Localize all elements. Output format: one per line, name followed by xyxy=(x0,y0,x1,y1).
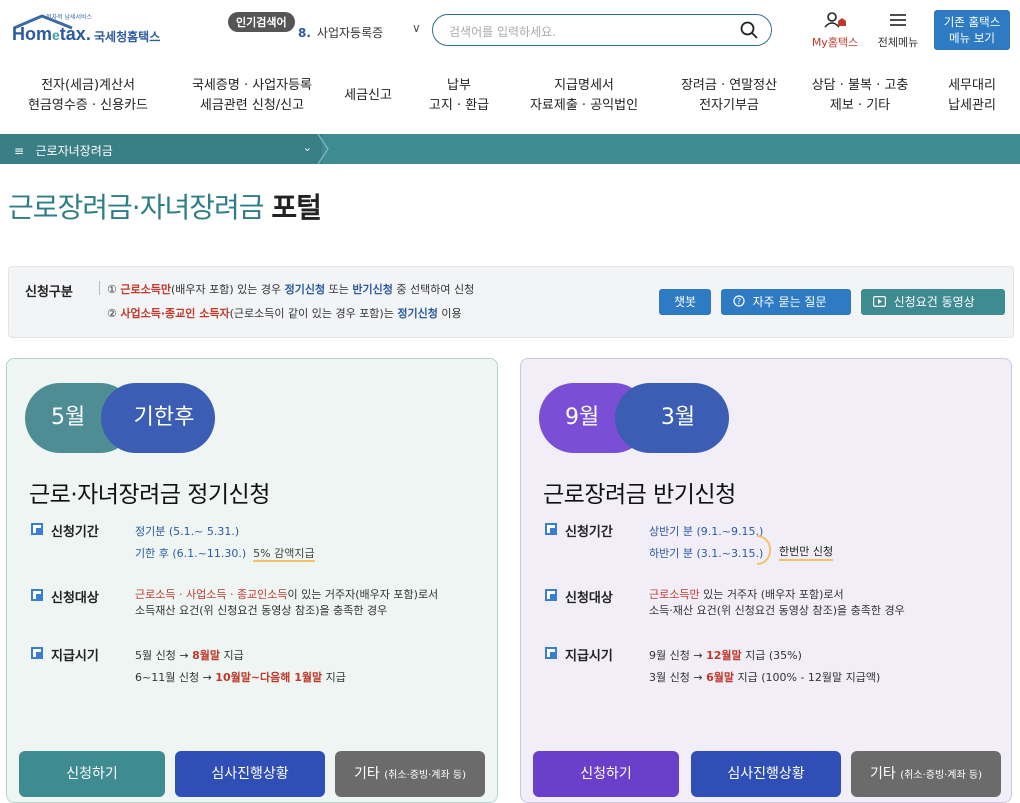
site-header: 전자적 납세서비스 Hometax. 국세청홈택스 인기검색어 8. 사업자등록증… xyxy=(0,0,1020,60)
notice-line-2: ② 사업소득·종교인 소득자(근로소득이 같이 있는 경우 포함)는 정기신청 … xyxy=(107,307,462,320)
regular-application-card: 5월 기한후 근로·자녀장려금 정기신청 신청기간 정기분 (5.1.~ 5.3… xyxy=(6,358,498,803)
all-menu-button[interactable]: 전체메뉴 xyxy=(870,12,926,50)
my-hometax-button[interactable]: My홈택스 xyxy=(806,12,864,50)
checkbox-icon xyxy=(545,589,557,601)
menu-icon: ≡ xyxy=(14,144,25,158)
faq-button[interactable]: ? 자주 묻는 질문 xyxy=(721,289,851,315)
breadcrumb[interactable]: ≡ 근로자녀장려금 ⌄ xyxy=(0,134,322,164)
checkbox-icon xyxy=(545,523,557,535)
checkbox-icon xyxy=(31,523,43,535)
review-status-button[interactable]: 심사진행상황 xyxy=(175,751,325,797)
period-pill: 5월 기한후 xyxy=(25,383,215,453)
hometax-logo[interactable]: 전자적 납세서비스 Hometax. 국세청홈택스 xyxy=(10,10,180,50)
gnb-item-incentive[interactable]: 장려금 · 연말정산 전자기부금 xyxy=(664,76,794,116)
breadcrumb-label: 근로자녀장려금 xyxy=(35,144,113,158)
pill-month-mar: 3월 xyxy=(615,383,729,453)
gnb-item-tax-report[interactable]: 세금신고 xyxy=(336,86,400,106)
popular-search-term[interactable]: 8. 사업자등록증 xyxy=(298,24,383,41)
question-circle-icon: ? xyxy=(733,295,745,307)
review-status-button[interactable]: 심사진행상황 xyxy=(691,751,841,797)
chevron-down-icon[interactable]: ⌄ xyxy=(303,141,312,154)
checkbox-icon xyxy=(31,647,43,659)
logo-korean-name: 국세청홈택스 xyxy=(94,30,161,44)
gnb-item-certificates[interactable]: 국세증명 · 사업자등록 세금관련 신청/신고 xyxy=(172,76,332,116)
search-input[interactable]: 검색어를 입력하세요. xyxy=(432,14,772,46)
card-title: 근로장려금 반기신청 xyxy=(543,482,736,508)
all-menu-label: 전체메뉴 xyxy=(877,36,919,49)
bracket-mark xyxy=(757,535,771,565)
application-type-notice: 신청구분 ① 근로소득만(배우자 포함) 있는 경우 정기신청 또는 반기신청 … xyxy=(8,266,1014,338)
card-title: 근로·자녀장려금 정기신청 xyxy=(29,482,270,508)
user-home-icon xyxy=(824,12,846,28)
notice-label: 신청구분 xyxy=(25,285,73,300)
hamburger-icon xyxy=(890,14,906,26)
old-hometax-menu-button[interactable]: 기존 홈택스 메뉴 보기 xyxy=(934,10,1010,50)
gnb-item-consult[interactable]: 상담 · 불복 · 고충 제보 · 기타 xyxy=(800,76,920,116)
other-button[interactable]: 기타 (취소·증빙·계좌 등) xyxy=(335,751,485,797)
gnb-item-payment-statements[interactable]: 지급명세서 자료제출 · 공익법인 xyxy=(514,76,654,116)
checkbox-icon xyxy=(31,589,43,601)
gnb-item-e-invoice[interactable]: 전자(세금)계산서 현금영수증 · 신용카드 xyxy=(12,76,164,116)
chevron-down-icon[interactable]: ∨ xyxy=(412,21,421,35)
video-play-icon xyxy=(873,296,887,308)
checkbox-icon xyxy=(545,647,557,659)
svg-text:?: ? xyxy=(737,297,741,306)
page-title: 근로장려금·자녀장려금 포털 xyxy=(8,191,322,224)
half-year-application-card: 9월 3월 근로장려금 반기신청 신청기간 상반기 분 (9.1.~9.15.)… xyxy=(520,358,1012,803)
requirements-video-button[interactable]: 신청요건 동영상 xyxy=(861,289,1005,315)
apply-button[interactable]: 신청하기 xyxy=(533,751,679,797)
global-navigation: 전자(세금)계산서 현금영수증 · 신용카드 국세증명 · 사업자등록 세금관련 신… xyxy=(0,66,1020,126)
apply-button[interactable]: 신청하기 xyxy=(19,751,165,797)
gnb-item-tax-agent[interactable]: 세무대리 납세관리 xyxy=(932,76,1012,116)
pill-late: 기한후 xyxy=(101,383,215,453)
my-hometax-label: My홈택스 xyxy=(811,36,859,49)
logo-tagline: 전자적 납세서비스 xyxy=(46,14,93,21)
logo-wordmark: Hometax. xyxy=(12,24,91,44)
breadcrumb-arrow-icon xyxy=(317,134,329,164)
sub-navigation-bar: ≡ 근로자녀장려금 ⌄ xyxy=(0,134,1020,164)
gnb-item-payment[interactable]: 납부 고지 · 환급 xyxy=(414,76,504,116)
popular-search-badge: 인기검색어 xyxy=(228,12,295,32)
old-menu-line1: 기존 홈택스 xyxy=(943,15,1001,29)
once-only-note: 한번만 신청 xyxy=(779,543,834,561)
chatbot-button[interactable]: 챗봇 xyxy=(659,289,711,315)
search-icon[interactable] xyxy=(739,20,759,40)
divider xyxy=(99,281,100,295)
notice-line-1: ① 근로소득만(배우자 포함) 있는 경우 정기신청 또는 반기신청 중 선택하… xyxy=(107,283,475,296)
period-pill: 9월 3월 xyxy=(539,383,729,453)
old-menu-line2: 메뉴 보기 xyxy=(949,31,995,45)
search-placeholder: 검색어를 입력하세요. xyxy=(449,25,556,39)
other-button[interactable]: 기타 (취소·증빙·계좌 등) xyxy=(851,751,1001,797)
